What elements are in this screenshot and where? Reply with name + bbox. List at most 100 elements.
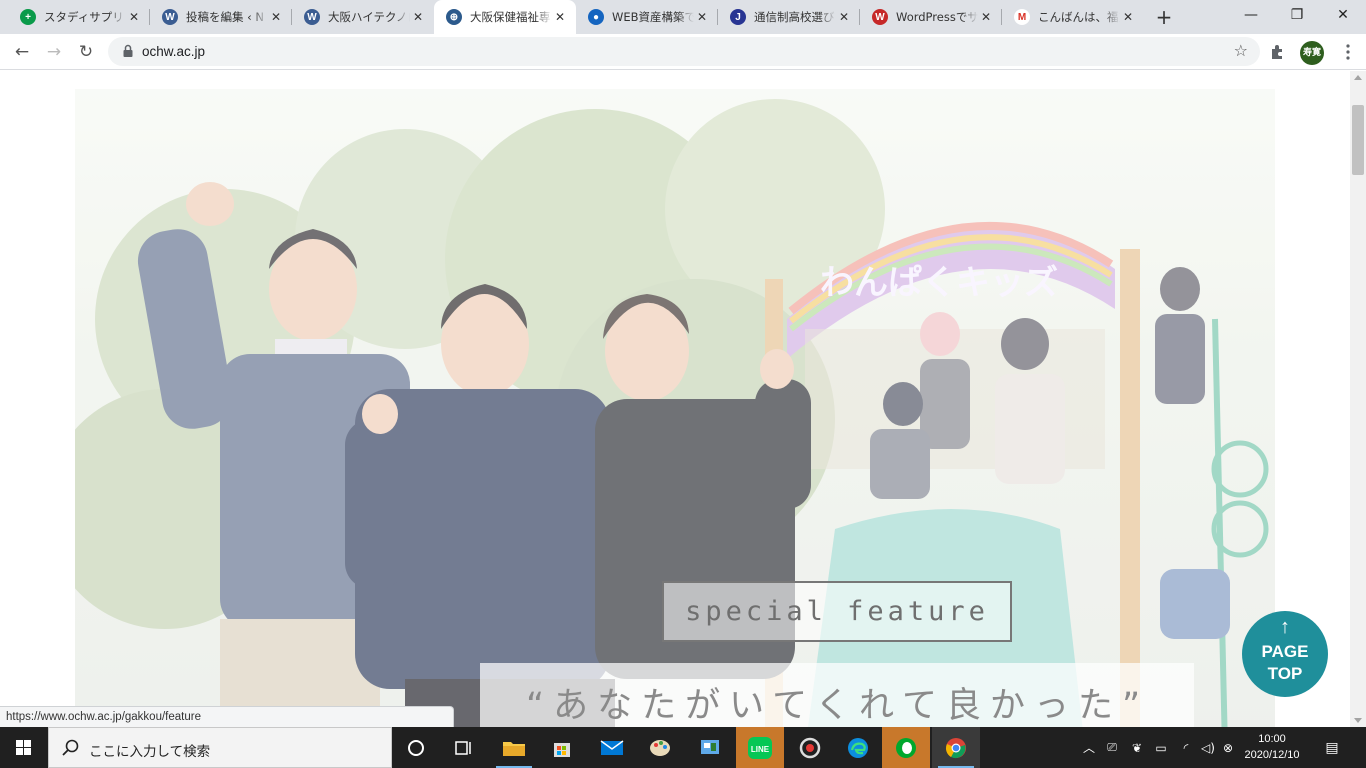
tab-gmail[interactable]: M こんばんは、福重 ✕	[1002, 0, 1144, 34]
scrollbar-thumb[interactable]	[1352, 105, 1364, 175]
windows-logo-icon	[16, 740, 31, 755]
restore-button[interactable]: ❐	[1274, 0, 1320, 32]
line-app-icon: LINE	[748, 736, 772, 759]
action-center-icon[interactable]: ▤	[1318, 727, 1346, 768]
reload-button[interactable]: ↻	[72, 38, 100, 66]
ochw-favicon-icon: ⊕	[446, 9, 462, 25]
evernote-elephant-icon	[896, 737, 916, 758]
close-tab-icon[interactable]: ✕	[552, 10, 568, 24]
gmail-favicon-icon: M	[1014, 9, 1030, 25]
page-top-label-1: PAGE	[1261, 642, 1309, 661]
task-view-icon	[455, 740, 471, 755]
store-bag-icon	[554, 742, 570, 757]
taskbar-search-box[interactable]: ここに入力して検索	[48, 727, 392, 768]
evernote-taskbar[interactable]	[882, 727, 930, 768]
globe-favicon-icon: ●	[588, 9, 604, 25]
close-tab-icon[interactable]: ✕	[126, 10, 142, 24]
cortana-circle-icon	[408, 739, 424, 756]
paint-palette-icon	[650, 739, 670, 756]
paint-taskbar[interactable]	[636, 727, 684, 768]
close-tab-icon[interactable]: ✕	[978, 10, 994, 24]
task-view-button[interactable]	[440, 727, 488, 768]
wp-red-favicon-icon: W	[872, 9, 888, 25]
line-taskbar[interactable]: LINE	[736, 727, 784, 768]
edge-taskbar[interactable]	[834, 727, 882, 768]
recorder-taskbar[interactable]	[786, 727, 834, 768]
wordpress-favicon-icon: W	[162, 9, 178, 25]
j-favicon-icon: J	[730, 9, 746, 25]
wifi-tray-icon[interactable]: ◜	[1176, 727, 1196, 768]
scroll-up-arrow-icon[interactable]	[1354, 75, 1362, 80]
tab-title: スタディサプリ	[44, 10, 124, 24]
scroll-down-arrow-icon[interactable]	[1354, 718, 1362, 723]
battery-tray-icon[interactable]: ▭	[1150, 727, 1172, 768]
tab-osaka-hightech[interactable]: W 大阪ハイテクノロ ✕	[292, 0, 434, 34]
tab-studysapuri[interactable]: + スタディサプリ ✕	[8, 0, 150, 34]
search-icon	[62, 739, 79, 756]
close-window-button[interactable]: ✕	[1320, 0, 1366, 32]
studysapuri-favicon-icon: +	[20, 9, 36, 25]
close-tab-icon[interactable]: ✕	[268, 10, 284, 24]
page-top-button[interactable]: ↑ PAGE TOP	[1242, 611, 1328, 697]
lock-icon[interactable]	[120, 43, 136, 59]
record-circle-icon	[799, 737, 821, 758]
quote-banner: “あなたがいてくれて良かった”	[480, 663, 1194, 727]
volume-tray-icon[interactable]: ◁)	[1198, 727, 1218, 768]
chrome-browser-icon	[946, 737, 966, 758]
tab-title: 大阪保健福祉専	[470, 10, 551, 24]
special-feature-label: special feature	[685, 596, 989, 627]
edge-browser-icon	[848, 737, 868, 758]
new-tab-button[interactable]: +	[1152, 5, 1176, 29]
address-bar[interactable]: ochw.ac.jp ☆	[108, 37, 1260, 66]
cortana-button[interactable]	[392, 727, 440, 768]
special-feature-box[interactable]: special feature	[662, 581, 1012, 642]
tab-osaka-hoken[interactable]: ⊕ 大阪保健福祉専 ✕	[434, 0, 576, 34]
tab-web-asset[interactable]: ● WEB資産構築で ✕	[576, 0, 718, 34]
browser-toolbar: ← → ↻ ochw.ac.jp ☆ 寿寛	[0, 34, 1366, 70]
tab-post-edit[interactable]: W 投稿を編集 ‹ N ✕	[150, 0, 292, 34]
tab-tsushin[interactable]: J 通信制高校選び ✕	[718, 0, 860, 34]
store-taskbar[interactable]	[538, 727, 586, 768]
close-tab-icon[interactable]: ✕	[410, 10, 426, 24]
page-top-label-2: TOP	[1267, 664, 1303, 683]
vertical-scrollbar[interactable]	[1350, 71, 1366, 727]
status-bar-url: https://www.ochw.ac.jp/gakkou/feature	[0, 706, 454, 727]
tab-wordpress-sa[interactable]: W WordPressでサ ✕	[860, 0, 1002, 34]
tab-title: こんばんは、福重	[1038, 10, 1120, 24]
arrow-up-icon: ↑	[1280, 616, 1290, 638]
search-placeholder: ここに入力して検索	[89, 744, 211, 760]
mail-envelope-icon	[600, 739, 624, 755]
windows-taskbar: ここに入力して検索 LINE ︿ ⎚ ❦ ▭ ◜ ◁) ⊗ 10:00 2020	[0, 727, 1366, 768]
url-text[interactable]: ochw.ac.jp	[142, 44, 205, 59]
tab-title: 大阪ハイテクノロ	[328, 10, 410, 24]
control-panel-taskbar[interactable]	[686, 727, 734, 768]
close-tab-icon[interactable]: ✕	[836, 10, 852, 24]
tab-title: 投稿を編集 ‹ N	[186, 10, 265, 24]
svg-text:LINE: LINE	[751, 745, 770, 754]
show-hidden-icons-button[interactable]: ︿	[1080, 727, 1098, 768]
tab-title: 通信制高校選び	[754, 10, 835, 24]
start-button[interactable]	[0, 727, 48, 768]
tab-strip: + スタディサプリ ✕ W 投稿を編集 ‹ N ✕ W 大阪ハイテクノロ ✕ ⊕…	[0, 0, 1366, 34]
minimize-button[interactable]: —	[1228, 0, 1274, 32]
evernote-tray-icon[interactable]: ❦	[1126, 727, 1148, 768]
folder-icon	[503, 741, 525, 756]
taskbar-clock[interactable]: 10:00 2020/12/10	[1232, 731, 1312, 763]
quote-text: “あなたがいてくれて良かった”	[526, 686, 1150, 726]
close-tab-icon[interactable]: ✕	[1120, 10, 1136, 24]
profile-avatar[interactable]: 寿寛	[1300, 41, 1324, 65]
bookmark-star-icon[interactable]: ☆	[1234, 41, 1248, 60]
mail-taskbar[interactable]	[588, 727, 636, 768]
extensions-puzzle-icon[interactable]	[1268, 42, 1288, 62]
back-button[interactable]: ←	[8, 38, 36, 66]
camera-tray-icon[interactable]: ⎚	[1102, 727, 1122, 768]
page-viewport: わんぱくキッズ special feature “あなたがいてくれて良かった” …	[0, 71, 1350, 727]
close-tab-icon[interactable]: ✕	[694, 10, 710, 24]
tab-title: WordPressでサ	[896, 10, 978, 24]
chrome-taskbar[interactable]	[932, 727, 980, 768]
clock-time: 10:00	[1258, 733, 1286, 745]
forward-button[interactable]: →	[40, 38, 68, 66]
control-panel-icon	[701, 739, 719, 754]
file-explorer-taskbar[interactable]	[490, 727, 538, 768]
browser-menu-icon[interactable]	[1338, 42, 1358, 62]
